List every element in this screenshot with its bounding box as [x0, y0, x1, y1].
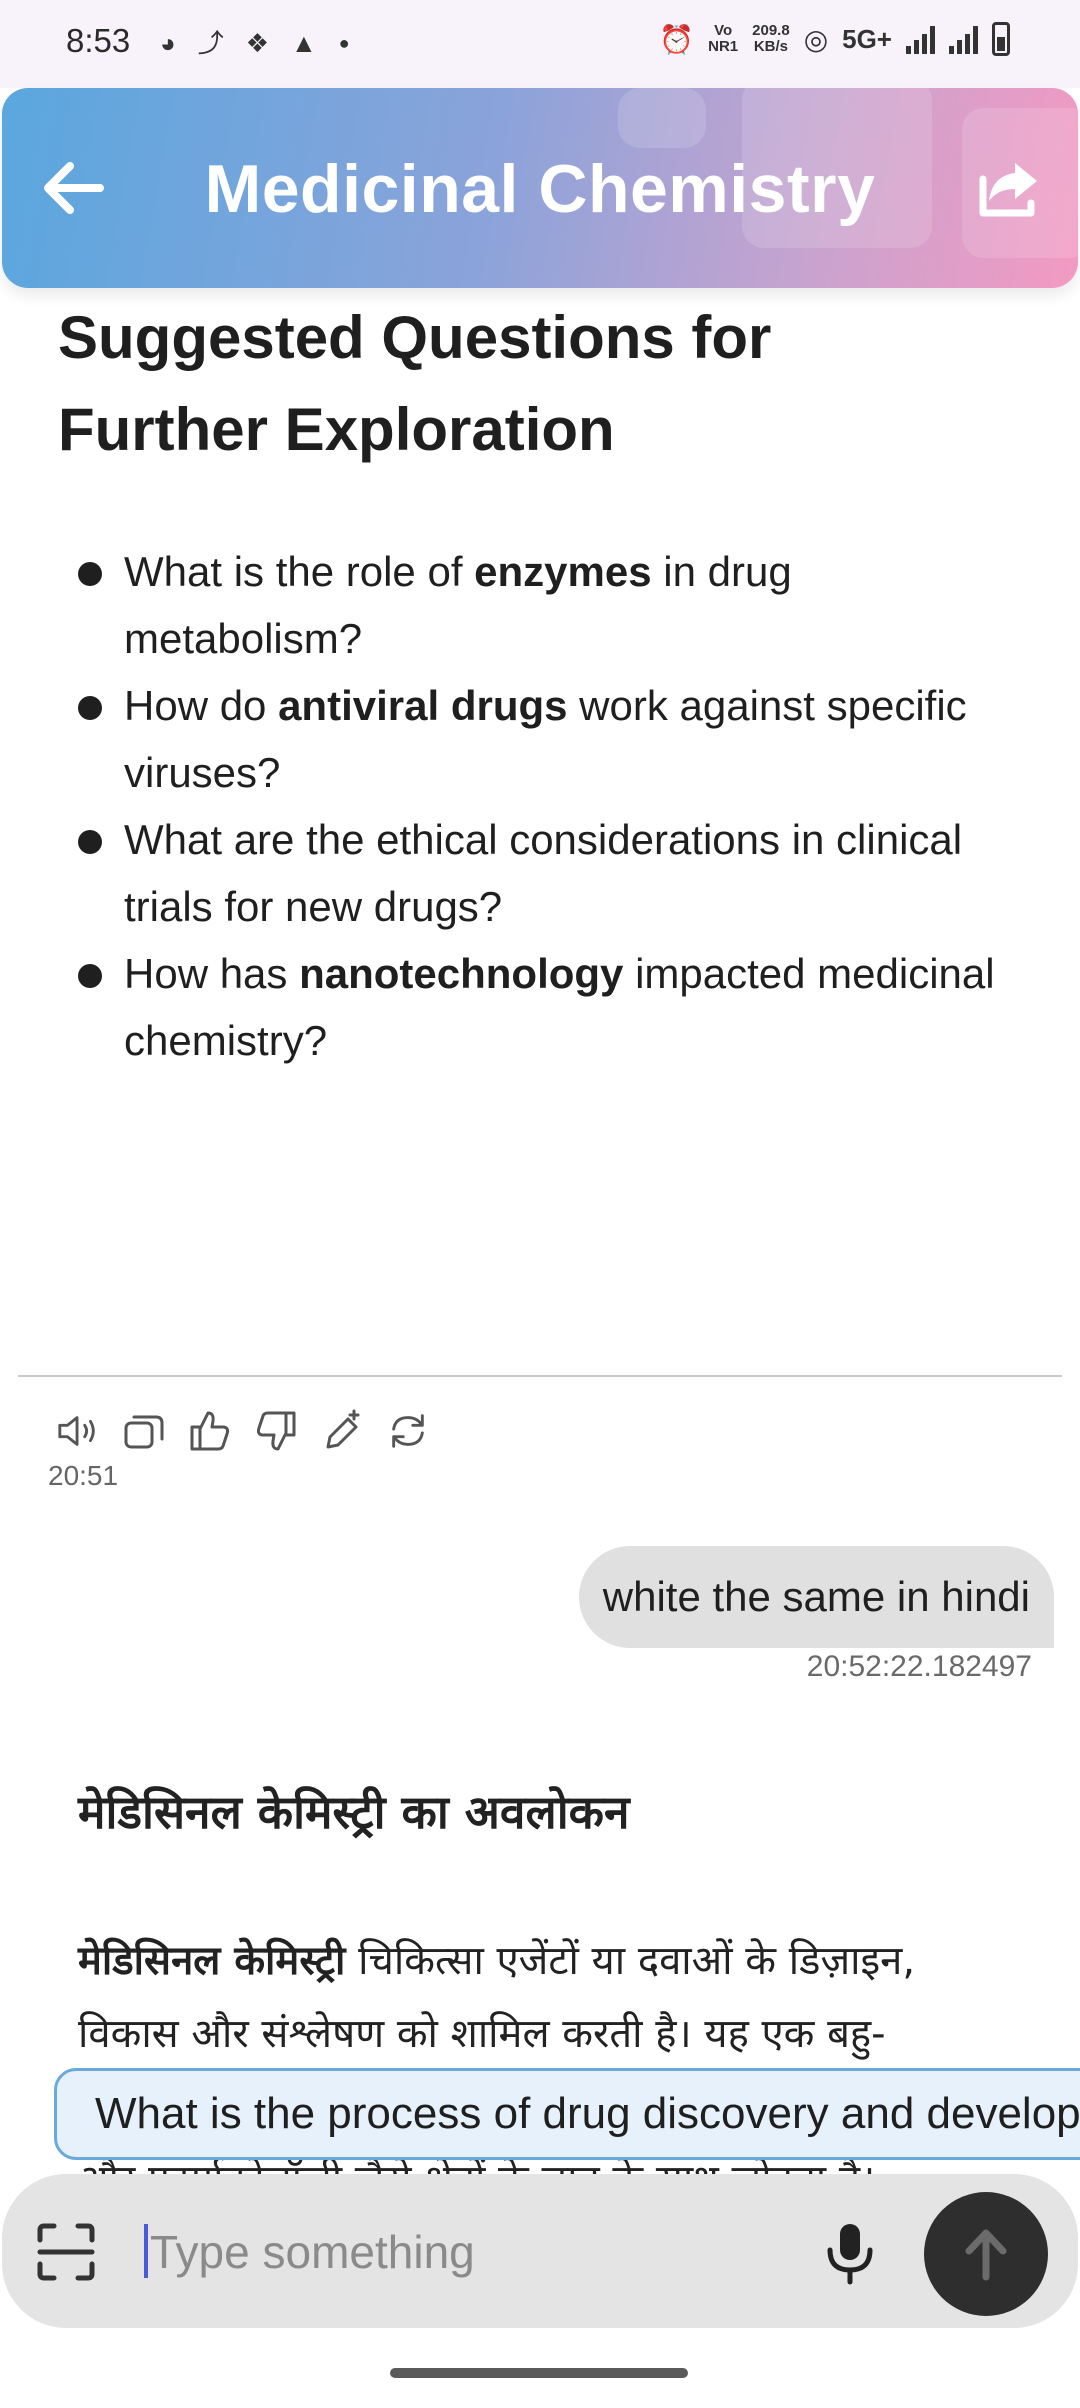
network-speed: 209.8 KB/s [752, 22, 790, 55]
page-title: Medicinal Chemistry [204, 151, 876, 227]
hotspot-icon: ◎ [803, 23, 829, 55]
message-input-bar [2, 2174, 1078, 2328]
ticket-icon: ❖ [245, 28, 270, 58]
thumbs-up-icon [190, 1411, 230, 1451]
signal-1-icon [906, 24, 935, 54]
battery-icon [992, 22, 1010, 56]
message-divider [18, 1375, 1062, 1377]
app-notification-icon: ◕ [160, 28, 176, 58]
suggested-questions-heading: Suggested Questions for Further Explorat… [58, 304, 772, 463]
list-item: How has nanotechnology impacted medicina… [70, 940, 1030, 1074]
edit-button[interactable] [320, 1408, 364, 1454]
list-item: What are the ethical considerations in c… [70, 806, 1030, 940]
text-caret [144, 2224, 148, 2278]
flash-icon: ⤴ [197, 28, 224, 58]
user-message-timestamp: 20:52:22.182497 [806, 1650, 1032, 1683]
like-button[interactable] [188, 1408, 232, 1454]
edit-sparkle-icon [326, 1409, 360, 1449]
arrow-up-icon [965, 2229, 1007, 2281]
status-time: 8:53 [66, 22, 131, 59]
app-header: Medicinal Chemistry [2, 88, 1078, 288]
message-actions [56, 1408, 430, 1454]
header-decoration [618, 88, 706, 148]
regenerate-icon [392, 1414, 424, 1448]
signal-2-icon [949, 24, 978, 54]
status-system-icons: ⏰ Vo NR1 209.8 KB/s ◎ 5G+ [659, 22, 1010, 56]
suggestion-chip[interactable]: What is the process of drug discovery an… [54, 2068, 1080, 2160]
share-icon [979, 163, 1037, 217]
user-message-bubble: white the same in hindi [578, 1546, 1054, 1648]
regenerate-button[interactable] [386, 1408, 430, 1454]
copy-button[interactable] [122, 1408, 166, 1454]
home-indicator[interactable] [390, 2368, 688, 2378]
scan-icon [37, 2223, 95, 2281]
speaker-icon [58, 1416, 95, 1446]
copy-icon [124, 1415, 164, 1449]
network-type: 5G+ [842, 23, 892, 54]
voice-input-button[interactable] [818, 2218, 882, 2288]
alarm-icon: ⏰ [659, 23, 695, 55]
warning-icon: ▲ [291, 28, 317, 58]
share-button[interactable] [962, 142, 1058, 232]
dislike-button[interactable] [254, 1408, 298, 1454]
message-timestamp: 20:51 [48, 1460, 119, 1491]
microphone-icon [827, 2224, 873, 2285]
thumbs-down-icon [256, 1411, 296, 1451]
hindi-response-bold: मेडिसिनल केमिस्ट्री [78, 1938, 346, 1984]
scan-button[interactable] [36, 2222, 96, 2282]
status-bar: 8:53 ◕ ⤴ ❖ ▲ ● ⏰ Vo NR1 209.8 KB/s ◎ 5G+ [0, 0, 1080, 88]
suggested-questions-list: What is the role of enzymes in drug meta… [70, 538, 1030, 1074]
dot-icon: ● [338, 33, 350, 53]
read-aloud-button[interactable] [56, 1408, 100, 1454]
message-input[interactable] [150, 2212, 790, 2292]
hindi-response-heading: मेडिसिनल केमिस्ट्री का अवलोकन [78, 1785, 630, 1839]
status-notification-icons: ◕ ⤴ ❖ ▲ ● [160, 26, 350, 60]
list-item: What is the role of enzymes in drug meta… [70, 538, 1030, 672]
volte-indicator: Vo NR1 [708, 22, 739, 55]
list-item: How do antiviral drugs work against spec… [70, 672, 1030, 806]
send-button[interactable] [924, 2192, 1048, 2316]
